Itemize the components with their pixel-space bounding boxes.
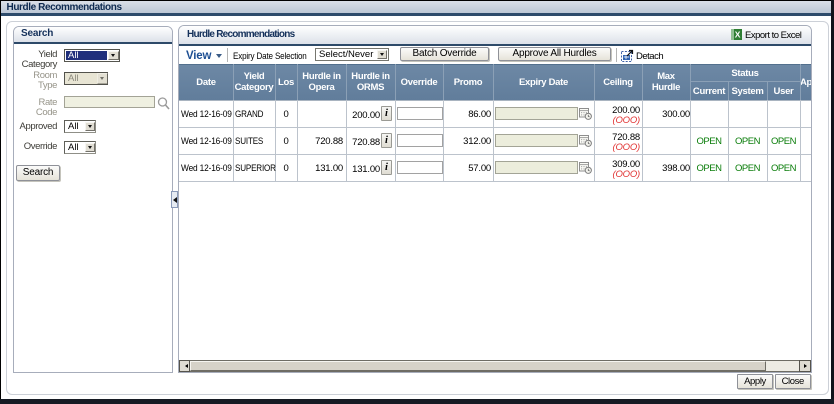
svg-text:X: X bbox=[735, 30, 741, 40]
